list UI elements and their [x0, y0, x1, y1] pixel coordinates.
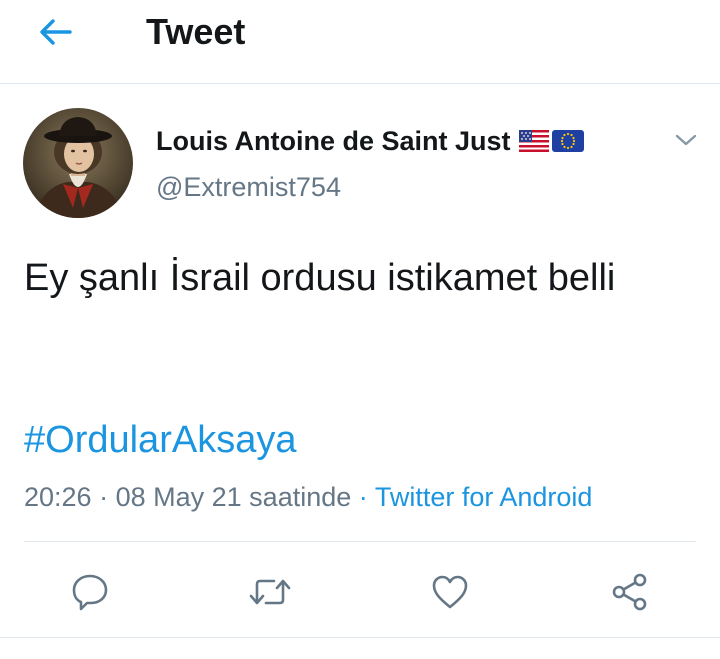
meta-separator: · — [99, 482, 109, 512]
top-bar: Tweet — [0, 0, 720, 84]
retweet-button[interactable] — [248, 570, 292, 614]
divider — [0, 637, 720, 638]
reply-icon — [72, 574, 108, 611]
retweet-icon — [249, 579, 291, 605]
author-name-row[interactable]: Louis Antoine de Saint Just — [156, 124, 584, 158]
tweet-meta: 20:26 · 08 May 21 saatinde · Twitter for… — [24, 479, 592, 515]
tweet-text: Ey şanlı İsrail ordusu istikamet belli — [24, 257, 616, 299]
arrow-left-icon — [40, 19, 72, 45]
tweet-time: 20:26 — [24, 482, 92, 512]
chevron-down-icon — [675, 134, 697, 146]
tweet-date: 08 May 21 saatinde — [115, 482, 352, 512]
page-title: Tweet — [146, 11, 246, 52]
tweet-source-link[interactable]: Twitter for Android — [375, 482, 593, 512]
portrait-avatar — [23, 108, 133, 218]
share-button[interactable] — [608, 570, 652, 614]
meta-separator: · — [358, 482, 368, 512]
avatar[interactable] — [23, 108, 133, 218]
like-icon — [432, 575, 468, 609]
share-icon — [612, 573, 647, 611]
reply-button[interactable] — [68, 570, 112, 614]
action-bar — [0, 560, 720, 622]
eu-flag-icon — [551, 130, 584, 152]
us-flag-icon — [518, 130, 549, 152]
tweet-menu-button[interactable] — [670, 124, 702, 156]
hashtag-link[interactable]: #OrdularAksaya — [24, 414, 296, 466]
display-name: Louis Antoine de Saint Just — [156, 125, 511, 156]
like-button[interactable] — [428, 570, 472, 614]
divider — [24, 541, 696, 542]
back-button[interactable] — [34, 12, 78, 52]
user-handle[interactable]: @Extremist754 — [156, 172, 341, 203]
